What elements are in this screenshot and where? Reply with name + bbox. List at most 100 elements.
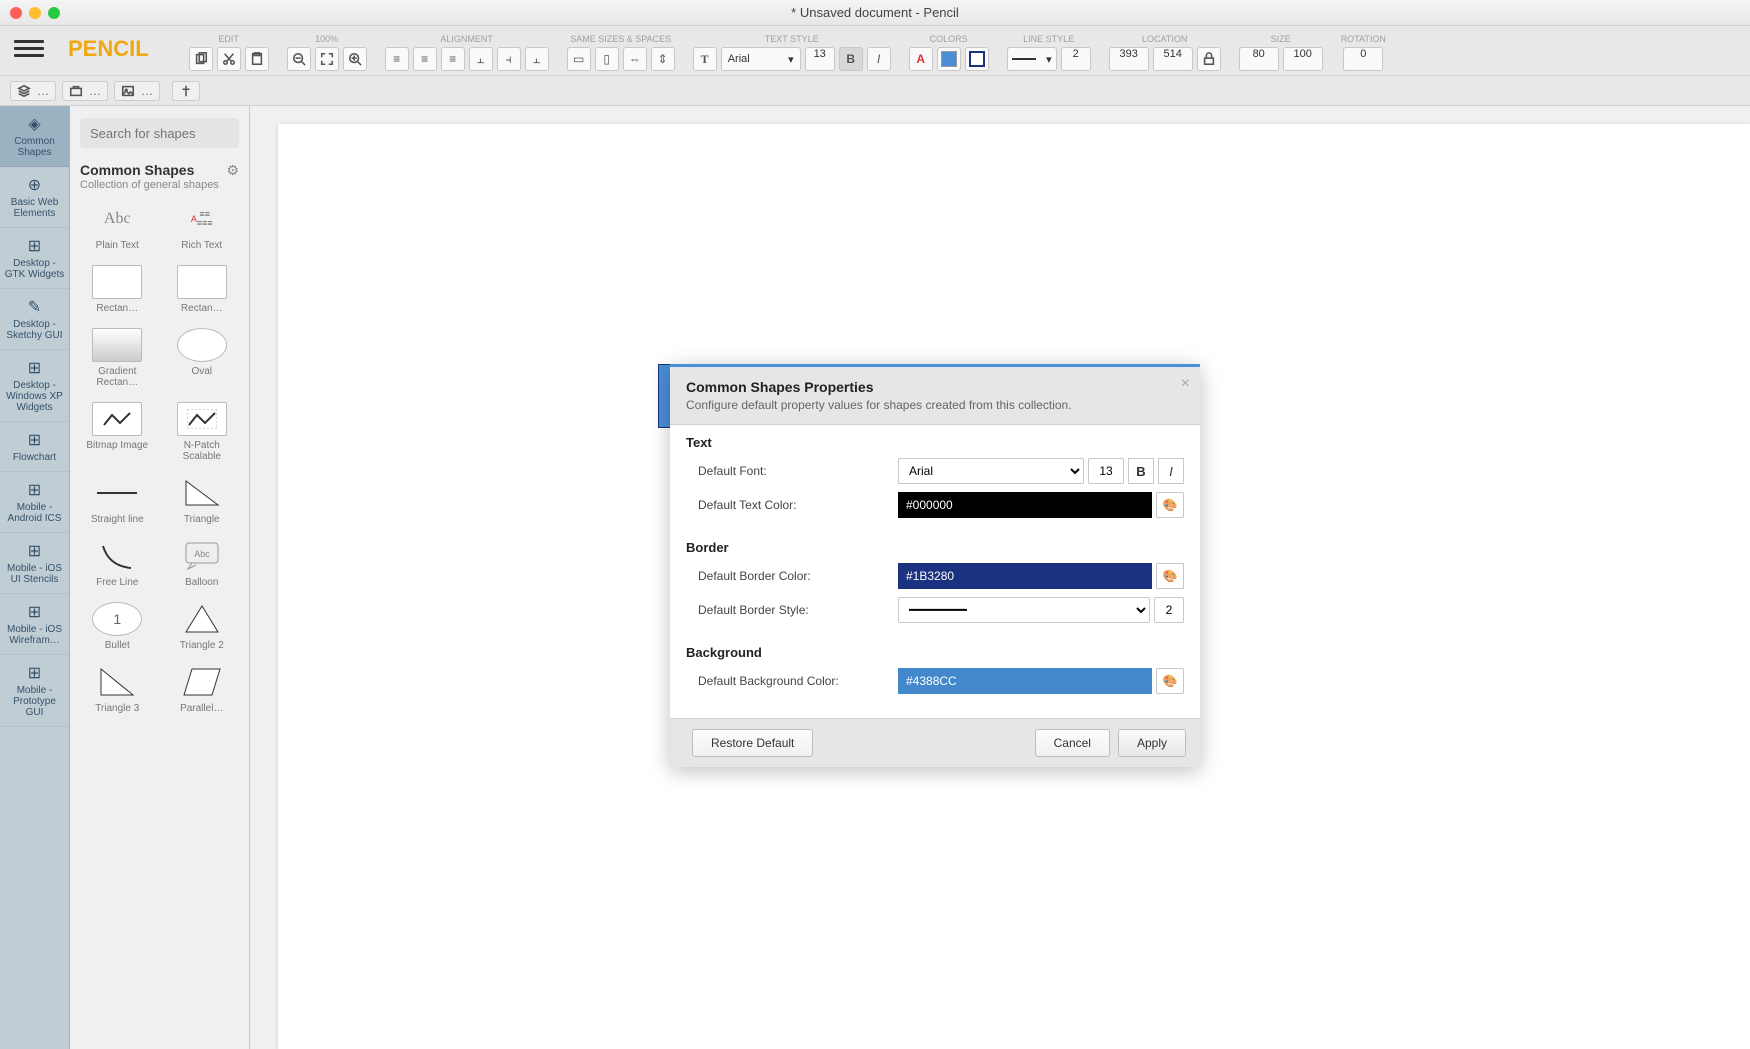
bold-toggle[interactable]: B xyxy=(1128,458,1154,484)
bg-color-label: Default Background Color: xyxy=(698,674,898,688)
rotation-input[interactable]: 0 xyxy=(1343,47,1383,71)
same-vspace-button[interactable]: ⇕ xyxy=(651,47,675,71)
align-right-button[interactable]: ≡ xyxy=(441,47,465,71)
align-top-button[interactable]: ⫠ xyxy=(469,47,493,71)
loc-x-input[interactable]: 393 xyxy=(1109,47,1149,71)
rail-item[interactable]: ⊞Desktop - GTK Widgets xyxy=(0,228,69,289)
shape-cell[interactable]: 1Bullet xyxy=(80,602,155,651)
palette-icon[interactable]: 🎨 xyxy=(1156,668,1184,694)
text-color-button[interactable]: A xyxy=(909,47,933,71)
rail-item[interactable]: ✎Desktop - Sketchy GUI xyxy=(0,289,69,350)
shape-cell[interactable]: A ≡≡≡≡≡Rich Text xyxy=(165,202,240,251)
align-middle-button[interactable]: ⫞ xyxy=(497,47,521,71)
shape-cell[interactable]: N-Patch Scalable xyxy=(165,402,240,462)
pin-panel-tab[interactable] xyxy=(172,81,200,101)
shape-cell[interactable]: Free Line xyxy=(80,539,155,588)
svg-text:Abc: Abc xyxy=(194,549,210,559)
rail-item[interactable]: ⊞Mobile - Android ICS xyxy=(0,472,69,533)
window-title: * Unsaved document - Pencil xyxy=(0,5,1750,20)
close-icon[interactable]: × xyxy=(1181,375,1190,393)
border-width-input[interactable] xyxy=(1154,597,1184,623)
align-center-button[interactable]: ≡ xyxy=(413,47,437,71)
shape-cell[interactable]: Gradient Rectan… xyxy=(80,328,155,388)
width-input[interactable]: 80 xyxy=(1239,47,1279,71)
search-input[interactable] xyxy=(80,118,239,148)
collection-rail: ◈Common Shapes ⊕Basic Web Elements ⊞Desk… xyxy=(0,106,70,1049)
shape-cell[interactable]: Bitmap Image xyxy=(80,402,155,462)
shape-cell[interactable]: Triangle 2 xyxy=(165,602,240,651)
rail-item[interactable]: ◈Common Shapes xyxy=(0,106,69,167)
zoom-out-button[interactable] xyxy=(287,47,311,71)
line-width-input[interactable]: 2 xyxy=(1061,47,1091,71)
align-bottom-button[interactable]: ⫠ xyxy=(525,47,549,71)
loc-y-input[interactable]: 514 xyxy=(1153,47,1193,71)
italic-toggle[interactable]: I xyxy=(1158,458,1184,484)
default-font-select[interactable]: Arial xyxy=(898,458,1084,484)
apply-button[interactable]: Apply xyxy=(1118,729,1186,757)
gear-icon[interactable]: ⚙ xyxy=(226,162,239,179)
shape-cell[interactable]: Triangle 3 xyxy=(80,665,155,714)
layers-panel-tab[interactable]: … xyxy=(10,81,56,101)
zoom-in-button[interactable] xyxy=(343,47,367,71)
group-text: Text Style xyxy=(765,34,819,44)
fill-swatch-icon xyxy=(941,51,957,67)
height-input[interactable]: 100 xyxy=(1283,47,1323,71)
group-colors: Colors xyxy=(930,34,968,44)
paste-button[interactable] xyxy=(245,47,269,71)
default-font-size-input[interactable] xyxy=(1088,458,1124,484)
text-color-input[interactable]: #000000 xyxy=(898,492,1152,518)
group-line: Line Style xyxy=(1023,34,1074,44)
shape-cell[interactable]: Rectan… xyxy=(80,265,155,314)
assets-panel-tab[interactable]: … xyxy=(62,81,108,101)
stroke-swatch-icon xyxy=(969,51,985,67)
shape-cell[interactable]: Triangle xyxy=(165,476,240,525)
cut-button[interactable] xyxy=(217,47,241,71)
font-picker-button[interactable]: T xyxy=(693,47,717,71)
border-style-select[interactable]: ━━━━━━━━ xyxy=(898,597,1150,623)
rail-item[interactable]: ⊞Mobile - iOS Wirefram… xyxy=(0,594,69,655)
text-color-label: Default Text Color: xyxy=(698,498,898,512)
rail-item[interactable]: ⊞Desktop - Windows XP Widgets xyxy=(0,350,69,422)
align-left-button[interactable]: ≡ xyxy=(385,47,409,71)
same-height-button[interactable]: ▯ xyxy=(595,47,619,71)
images-panel-tab[interactable]: … xyxy=(114,81,160,101)
app-toolbar: PENCIL Edit 100% Alignment ≡ ≡ ≡ ⫠ ⫞ ⫠ S… xyxy=(0,26,1750,76)
rail-item[interactable]: ⊞Mobile - Prototype GUI xyxy=(0,655,69,727)
shape-cell[interactable]: Rectan… xyxy=(165,265,240,314)
lock-button[interactable] xyxy=(1197,47,1221,71)
shape-cell[interactable]: AbcPlain Text xyxy=(80,202,155,251)
rail-item[interactable]: ⊞Mobile - iOS UI Stencils xyxy=(0,533,69,594)
rail-item[interactable]: ⊞Flowchart xyxy=(0,422,69,472)
border-color-label: Default Border Color: xyxy=(698,569,898,583)
font-size-input[interactable]: 13 xyxy=(805,47,835,71)
copy-button[interactable] xyxy=(189,47,213,71)
border-style-label: Default Border Style: xyxy=(698,603,898,617)
italic-button[interactable]: I xyxy=(867,47,891,71)
bg-color-input[interactable]: #4388CC xyxy=(898,668,1152,694)
palette-icon[interactable]: 🎨 xyxy=(1156,492,1184,518)
shape-cell[interactable]: Oval xyxy=(165,328,240,388)
shape-cell[interactable]: Straight line xyxy=(80,476,155,525)
font-select[interactable]: Arial▾ xyxy=(721,47,801,71)
panel-tabs: … … … xyxy=(0,76,1750,106)
bold-button[interactable]: B xyxy=(839,47,863,71)
same-hspace-button[interactable]: ⇔ xyxy=(623,47,647,71)
fill-color-button[interactable] xyxy=(937,47,961,71)
shape-cell[interactable]: Parallel… xyxy=(165,665,240,714)
palette-icon[interactable]: 🎨 xyxy=(1156,563,1184,589)
group-same: Same Sizes & Spaces xyxy=(570,34,671,44)
line-style-select[interactable]: ▾ xyxy=(1007,47,1057,71)
stroke-color-button[interactable] xyxy=(965,47,989,71)
group-size: Size xyxy=(1271,34,1291,44)
zoom-fit-button[interactable] xyxy=(315,47,339,71)
default-font-label: Default Font: xyxy=(698,464,898,478)
shape-cell[interactable]: AbcBalloon xyxy=(165,539,240,588)
same-width-button[interactable]: ▭ xyxy=(567,47,591,71)
group-rotation: Rotation xyxy=(1341,34,1386,44)
group-location: Location xyxy=(1142,34,1187,44)
rail-item[interactable]: ⊕Basic Web Elements xyxy=(0,167,69,228)
menu-button[interactable] xyxy=(14,35,44,63)
border-color-input[interactable]: #1B3280 xyxy=(898,563,1152,589)
cancel-button[interactable]: Cancel xyxy=(1035,729,1110,757)
restore-default-button[interactable]: Restore Default xyxy=(692,729,813,757)
